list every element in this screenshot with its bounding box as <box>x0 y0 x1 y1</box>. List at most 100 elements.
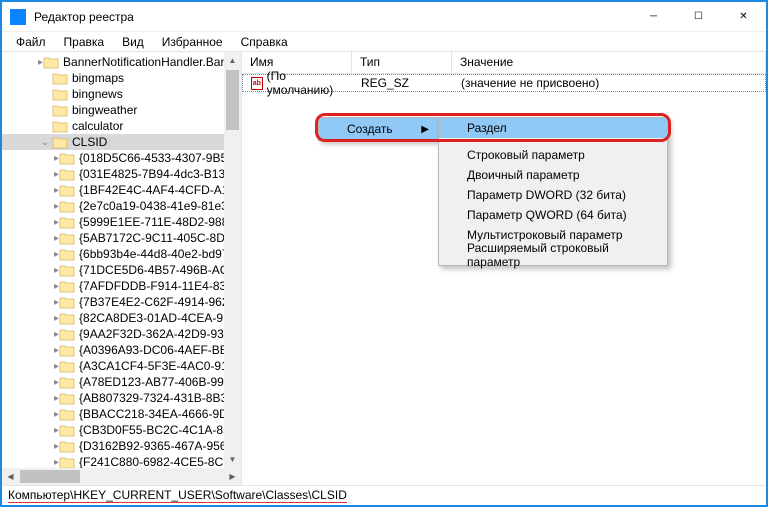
scroll-up-arrow-icon[interactable]: ▲ <box>224 52 241 69</box>
folder-icon <box>59 280 75 293</box>
ctx-sub-key[interactable]: Раздел <box>439 118 667 138</box>
close-button[interactable]: ✕ <box>721 2 766 32</box>
tree-node[interactable]: ⌄CLSID <box>2 134 224 150</box>
tree-node[interactable]: ▸{031E4825-7B94-4dc3-B131-E946 <box>2 166 224 182</box>
ctx-sub-binary[interactable]: Двоичный параметр <box>439 165 667 185</box>
folder-icon <box>59 264 75 277</box>
folder-icon <box>59 248 75 261</box>
folder-icon <box>59 456 75 469</box>
folder-icon <box>59 216 75 229</box>
tree-node[interactable]: ▸{1BF42E4C-4AF4-4CFD-A1A0-CF <box>2 182 224 198</box>
scroll-thumb[interactable] <box>20 470 80 483</box>
tree-node[interactable]: ▸{A78ED123-AB77-406B-9962-2A5 <box>2 374 224 390</box>
col-value[interactable]: Значение <box>452 52 766 73</box>
tree-label: {018D5C66-4533-4307-9B53-224D <box>79 151 224 165</box>
scroll-right-arrow-icon[interactable]: ▶ <box>224 468 241 485</box>
tree-node[interactable]: bingweather <box>2 102 224 118</box>
folder-icon <box>52 72 68 85</box>
menubar: Файл Правка Вид Избранное Справка <box>2 32 766 52</box>
ctx-create-label: Создать <box>347 122 393 136</box>
app-icon <box>10 9 26 25</box>
tree-node[interactable]: ▸{6bb93b4e-44d8-40e2-bd97-42d <box>2 246 224 262</box>
menu-edit[interactable]: Правка <box>56 33 113 51</box>
tree-node[interactable]: calculator <box>2 118 224 134</box>
ctx-create[interactable]: Создать ▶ <box>319 118 437 140</box>
tree-label: {A0396A93-DC06-4AEF-BEE9-95F <box>79 343 224 357</box>
tree-node[interactable]: ▸BannerNotificationHandler.BannerN <box>2 54 224 70</box>
folder-icon <box>59 424 75 437</box>
tree-label: {5999E1EE-711E-48D2-9884-851A <box>79 215 224 229</box>
tree-node[interactable]: ▸{A0396A93-DC06-4AEF-BEE9-95F <box>2 342 224 358</box>
ctx-sub-dword[interactable]: Параметр DWORD (32 бита) <box>439 185 667 205</box>
tree-node[interactable]: bingmaps <box>2 70 224 86</box>
tree-label: {9AA2F32D-362A-42D9-9328-24A <box>79 327 224 341</box>
cell-type: REG_SZ <box>353 76 453 90</box>
tree-node[interactable]: ▸{7B37E4E2-C62F-4914-9620-8FB5 <box>2 294 224 310</box>
ctx-sub-qword[interactable]: Параметр QWORD (64 бита) <box>439 205 667 225</box>
folder-icon <box>59 328 75 341</box>
ctx-sub-string[interactable]: Строковый параметр <box>439 145 667 165</box>
scroll-down-arrow-icon[interactable]: ▼ <box>224 451 241 468</box>
expander-icon[interactable]: ⌄ <box>38 137 52 148</box>
cell-name: ab (По умолчанию) <box>243 69 353 97</box>
context-submenu: Раздел Строковый параметр Двоичный парам… <box>438 117 668 266</box>
tree-label: calculator <box>72 119 123 133</box>
minimize-button[interactable]: ─ <box>631 2 676 32</box>
tree-label: BannerNotificationHandler.BannerN <box>63 55 224 69</box>
tree-node[interactable]: ▸{5AB7172C-9C11-405C-8DD5-AF <box>2 230 224 246</box>
tree-horizontal-scrollbar[interactable]: ◀ ▶ <box>2 468 241 485</box>
window-title: Редактор реестра <box>34 10 631 24</box>
folder-icon <box>59 184 75 197</box>
tree-label: {6bb93b4e-44d8-40e2-bd97-42d <box>79 247 224 261</box>
cell-value: (значение не присвоено) <box>453 76 765 90</box>
menu-help[interactable]: Справка <box>233 33 296 51</box>
folder-icon <box>59 296 75 309</box>
tree-label: {F241C880-6982-4CE5-8CF7-7085 <box>79 455 224 468</box>
menu-file[interactable]: Файл <box>8 33 54 51</box>
tree-label: {1BF42E4C-4AF4-4CFD-A1A0-CF <box>79 183 224 197</box>
tree-label: {7B37E4E2-C62F-4914-9620-8FB5 <box>79 295 224 309</box>
list-row[interactable]: ab (По умолчанию) REG_SZ (значение не пр… <box>242 74 766 92</box>
tree-label: bingnews <box>72 87 123 101</box>
scroll-thumb[interactable] <box>226 70 239 130</box>
titlebar: Редактор реестра ─ ☐ ✕ <box>2 2 766 32</box>
tree-node[interactable]: ▸{7AFDFDDB-F914-11E4-8377-6C3 <box>2 278 224 294</box>
tree-node[interactable]: ▸{F241C880-6982-4CE5-8CF7-7085 <box>2 454 224 468</box>
tree-node[interactable]: ▸{CB3D0F55-BC2C-4C1A-85ED-23 <box>2 422 224 438</box>
tree-node[interactable]: ▸{BBACC218-34EA-4666-9D7A-C7 <box>2 406 224 422</box>
col-type[interactable]: Тип <box>352 52 452 73</box>
tree-node[interactable]: ▸{D3162B92-9365-467A-956B-923 <box>2 438 224 454</box>
maximize-button[interactable]: ☐ <box>676 2 721 32</box>
tree-label: {AB807329-7324-431B-8B36-DBD <box>79 391 224 405</box>
folder-icon <box>59 312 75 325</box>
scroll-left-arrow-icon[interactable]: ◀ <box>2 468 19 485</box>
tree-node[interactable]: bingnews <box>2 86 224 102</box>
menu-favorites[interactable]: Избранное <box>154 33 231 51</box>
tree-node[interactable]: ▸{2e7c0a19-0438-41e9-81e3-3ad3c <box>2 198 224 214</box>
folder-icon <box>59 232 75 245</box>
tree-pane: ▸BannerNotificationHandler.BannerNbingma… <box>2 52 242 485</box>
folder-icon <box>59 440 75 453</box>
folder-icon <box>52 104 68 117</box>
tree-node[interactable]: ▸{AB807329-7324-431B-8B36-DBD <box>2 390 224 406</box>
menu-view[interactable]: Вид <box>114 33 152 51</box>
tree-node[interactable]: ▸{5999E1EE-711E-48D2-9884-851A <box>2 214 224 230</box>
tree-label: {7AFDFDDB-F914-11E4-8377-6C3 <box>79 279 224 293</box>
tree-label: bingmaps <box>72 71 124 85</box>
tree-label: {5AB7172C-9C11-405C-8DD5-AF <box>79 231 224 245</box>
tree-node[interactable]: ▸{018D5C66-4533-4307-9B53-224D <box>2 150 224 166</box>
tree-node[interactable]: ▸{A3CA1CF4-5F3E-4AC0-91B9-0D <box>2 358 224 374</box>
string-value-icon: ab <box>251 77 263 90</box>
folder-icon <box>59 344 75 357</box>
tree[interactable]: ▸BannerNotificationHandler.BannerNbingma… <box>2 52 224 468</box>
tree-label: {031E4825-7B94-4dc3-B131-E946 <box>79 167 224 181</box>
tree-label: {CB3D0F55-BC2C-4C1A-85ED-23 <box>79 423 224 437</box>
folder-icon <box>59 152 75 165</box>
statusbar: Компьютер\HKEY_CURRENT_USER\Software\Cla… <box>2 485 766 505</box>
tree-node[interactable]: ▸{82CA8DE3-01AD-4CEA-9D75-BE <box>2 310 224 326</box>
tree-label: bingweather <box>72 103 137 117</box>
tree-node[interactable]: ▸{9AA2F32D-362A-42D9-9328-24A <box>2 326 224 342</box>
tree-vertical-scrollbar[interactable]: ▲ ▼ <box>224 52 241 468</box>
ctx-sub-expandstring[interactable]: Расширяемый строковый параметр <box>439 245 667 265</box>
tree-node[interactable]: ▸{71DCE5D6-4B57-496B-AC21-CD <box>2 262 224 278</box>
